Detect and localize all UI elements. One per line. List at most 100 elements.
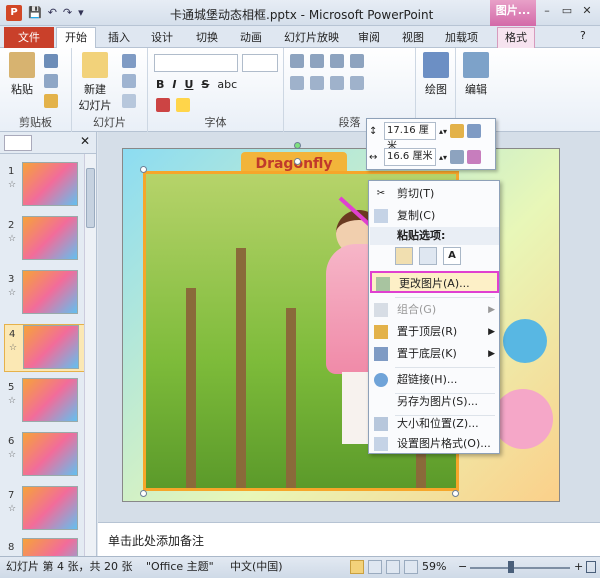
slide-sorter-icon[interactable]: [368, 560, 382, 574]
paste-label: 粘贴: [11, 83, 33, 96]
menu-item-cut[interactable]: ✂ 剪切(T): [370, 183, 499, 205]
zoom-slider-thumb[interactable]: [508, 561, 514, 573]
menu-item-copy[interactable]: 复制(C): [370, 205, 499, 227]
cut-icon[interactable]: [44, 54, 58, 68]
slide-thumbnail[interactable]: 7 ☆: [4, 486, 96, 534]
tab-view[interactable]: 视图: [402, 29, 424, 45]
zoom-in-button[interactable]: +: [574, 557, 583, 577]
help-icon[interactable]: ?: [580, 29, 586, 42]
normal-view-icon[interactable]: [350, 560, 364, 574]
format-painter-icon[interactable]: [44, 94, 58, 108]
restore-button[interactable]: ▭: [558, 3, 576, 19]
resize-handle[interactable]: [294, 158, 301, 165]
crop-icon[interactable]: [450, 150, 465, 164]
zoom-out-button[interactable]: −: [458, 557, 467, 577]
powerpoint-logo-icon[interactable]: P: [6, 5, 22, 21]
reading-view-icon[interactable]: [386, 560, 400, 574]
slide-thumbnail[interactable]: 8: [4, 538, 96, 556]
decrease-indent-icon[interactable]: [330, 54, 344, 68]
scrollbar-thumb[interactable]: [86, 168, 95, 228]
slide-thumbnail-selected[interactable]: 4 ☆: [4, 324, 96, 372]
justify-icon[interactable]: [350, 76, 364, 90]
zoom-slider-track[interactable]: [470, 567, 570, 569]
new-slide-button[interactable]: 新建 幻灯片: [76, 52, 114, 113]
redo-icon[interactable]: ↷: [63, 5, 72, 21]
close-panel-icon[interactable]: ✕: [80, 134, 90, 148]
picture-styles-icon[interactable]: [467, 150, 482, 164]
language-indicator[interactable]: 中文(中国): [230, 557, 283, 577]
menu-item-format-picture[interactable]: 设置图片格式(O)...: [370, 433, 499, 455]
menu-item-send-to-back[interactable]: 置于底层(K) ▶: [370, 343, 499, 365]
slides-panel-scrollbar[interactable]: [84, 154, 96, 556]
notes-pane[interactable]: 单击此处添加备注: [98, 522, 600, 556]
menu-item-bring-to-front[interactable]: 置于顶层(R) ▶: [370, 321, 499, 343]
menu-item-save-as-picture[interactable]: 另存为图片(S)...: [370, 391, 499, 413]
layout-icon[interactable]: [122, 54, 136, 68]
resize-handle[interactable]: [140, 490, 147, 497]
tab-file[interactable]: 文件: [4, 27, 54, 48]
minimize-button[interactable]: –: [538, 3, 556, 19]
height-spinner[interactable]: ▴▾: [439, 127, 447, 136]
tab-review[interactable]: 审阅: [358, 29, 380, 45]
bold-button[interactable]: B: [156, 78, 164, 91]
font-color-icon[interactable]: [156, 98, 170, 112]
slides-tab[interactable]: [4, 135, 32, 151]
send-backward-icon[interactable]: [467, 124, 482, 138]
align-left-icon[interactable]: [290, 76, 304, 90]
tab-format[interactable]: 格式: [497, 27, 535, 49]
strikethrough-button[interactable]: S: [201, 78, 209, 91]
bring-forward-icon[interactable]: [450, 124, 465, 138]
tab-slideshow[interactable]: 幻灯片放映: [284, 29, 339, 45]
section-icon[interactable]: [122, 94, 136, 108]
align-center-icon[interactable]: [310, 76, 324, 90]
width-spinner[interactable]: ▴▾: [439, 153, 447, 162]
menu-item-hyperlink[interactable]: 超链接(H)...: [370, 369, 499, 391]
tab-insert[interactable]: 插入: [108, 29, 130, 45]
paste-button[interactable]: 粘贴: [6, 52, 38, 97]
tab-design[interactable]: 设计: [151, 29, 173, 45]
paste-text-only-icon[interactable]: A: [443, 247, 461, 265]
editing-button[interactable]: 编辑: [460, 52, 492, 97]
slide-thumbnail[interactable]: 6 ☆: [4, 432, 96, 480]
outline-tab[interactable]: [36, 135, 64, 151]
tab-animations[interactable]: 动画: [240, 29, 262, 45]
drawing-button[interactable]: 绘图: [420, 52, 452, 97]
zoom-level[interactable]: 59%: [422, 557, 446, 577]
save-icon[interactable]: 💾: [28, 5, 42, 21]
increase-indent-icon[interactable]: [350, 54, 364, 68]
slide-thumbnail[interactable]: 1 ☆: [4, 162, 96, 210]
slide-thumbnail[interactable]: 5 ☆: [4, 378, 96, 426]
tab-transitions[interactable]: 切换: [196, 29, 218, 45]
paste-picture-icon[interactable]: [419, 247, 437, 265]
menu-item-change-picture[interactable]: 更改图片(A)...: [370, 271, 499, 293]
resize-handle[interactable]: [452, 490, 459, 497]
highlight-icon[interactable]: [176, 98, 190, 112]
slide-thumbnail[interactable]: 3 ☆: [4, 270, 96, 318]
bullets-icon[interactable]: [290, 54, 304, 68]
tab-home[interactable]: 开始: [56, 27, 96, 49]
close-button[interactable]: ✕: [578, 3, 596, 19]
rotate-handle[interactable]: [294, 142, 301, 149]
undo-icon[interactable]: ↶: [48, 5, 57, 21]
font-name-combo[interactable]: [154, 54, 238, 72]
reset-icon[interactable]: [122, 74, 136, 88]
resize-handle[interactable]: [140, 166, 147, 173]
slideshow-view-icon[interactable]: [404, 560, 418, 574]
paste-keep-formatting-icon[interactable]: [395, 247, 413, 265]
width-input[interactable]: 16.6 厘米: [384, 148, 436, 166]
theme-name[interactable]: "Office 主题": [146, 557, 214, 577]
menu-item-size-position[interactable]: 大小和位置(Z)...: [370, 413, 499, 435]
align-right-icon[interactable]: [330, 76, 344, 90]
customize-qat-icon[interactable]: ▾: [78, 5, 84, 21]
menu-item-group[interactable]: 组合(G) ▶: [370, 299, 499, 321]
copy-icon[interactable]: [44, 74, 58, 88]
underline-button[interactable]: U: [184, 78, 193, 91]
font-size-combo[interactable]: [242, 54, 278, 72]
tab-addins[interactable]: 加载项: [445, 29, 478, 45]
italic-button[interactable]: I: [172, 78, 176, 91]
shadow-button[interactable]: abc: [217, 78, 237, 91]
numbering-icon[interactable]: [310, 54, 324, 68]
slide-thumbnail[interactable]: 2 ☆: [4, 216, 96, 264]
height-input[interactable]: 17.16 厘米: [384, 122, 436, 152]
fit-to-window-icon[interactable]: [586, 561, 596, 573]
